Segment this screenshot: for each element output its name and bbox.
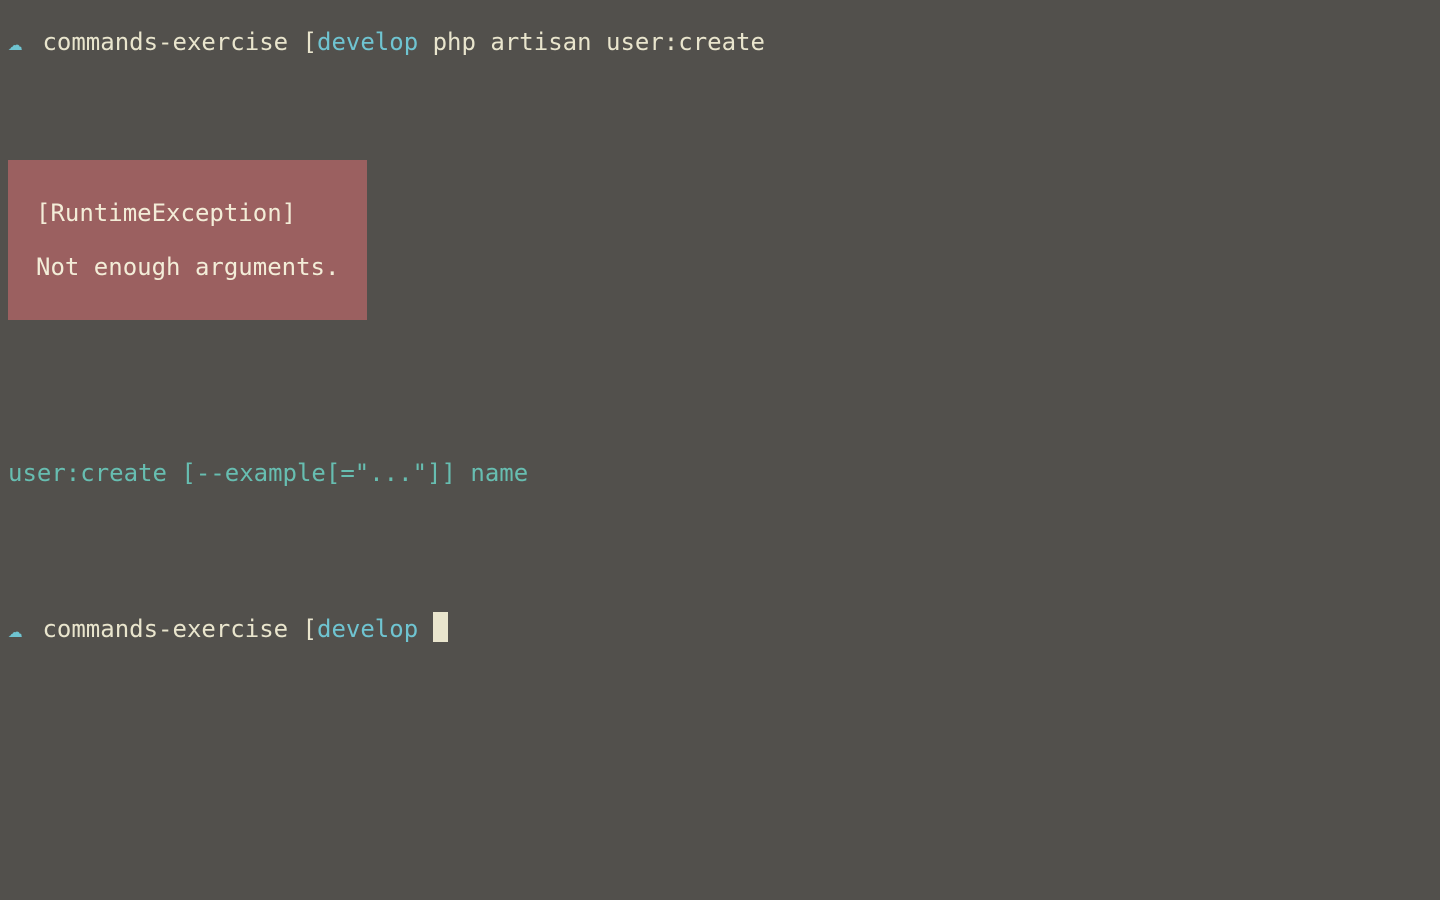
cloud-icon: ☁ (8, 611, 22, 647)
git-branch: develop (317, 611, 418, 647)
cloud-icon: ☁ (8, 24, 22, 60)
terminal-window[interactable]: ☁commands-exercise [develop php artisan … (0, 0, 1440, 655)
branch-bracket: [ (303, 611, 317, 647)
typed-command: php artisan user:create (433, 24, 765, 60)
branch-bracket: [ (303, 24, 317, 60)
error-message: Not enough arguments. (36, 249, 339, 285)
cursor (433, 612, 448, 642)
usage-hint: user:create [--example[="..."]] name (8, 455, 1432, 491)
error-box: [RuntimeException] Not enough arguments. (8, 160, 367, 320)
prompt-line-1: ☁ commands-exercise [develop php artisan … (8, 24, 1432, 60)
directory-name: commands-exercise (42, 611, 288, 647)
git-branch: develop (317, 24, 418, 60)
directory-name: commands-exercise (42, 24, 288, 60)
error-title: [RuntimeException] (36, 195, 339, 231)
prompt-line-2[interactable]: ☁ commands-exercise [develop (8, 611, 1432, 647)
